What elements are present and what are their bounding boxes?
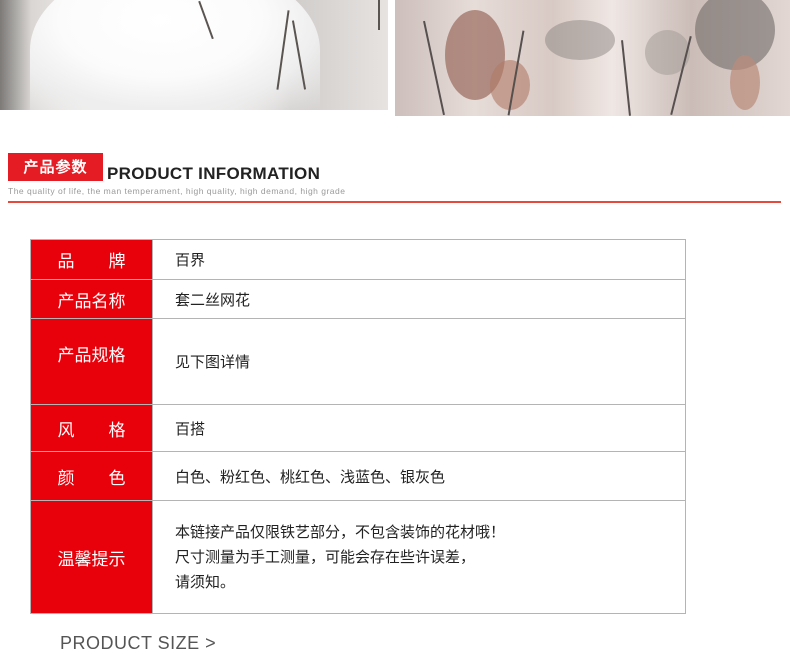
flower-cluster xyxy=(545,20,615,60)
notice-value: 本链接产品仅限铁艺部分，不包含装饰的花材哦！ 尺寸测量为手工测量，可能会存在些许… xyxy=(153,501,685,613)
notice-line: 本链接产品仅限铁艺部分，不包含装饰的花材哦！ xyxy=(175,522,506,541)
notice-line: 请须知。 xyxy=(175,572,236,591)
product-params-table: 品牌 百界 产品名称 套二丝网花 产品规格 见下图详情 风格 百搭 颜色 白色、… xyxy=(30,239,686,614)
silk-flower-photo xyxy=(395,0,790,116)
wedding-dress-photo xyxy=(0,0,388,110)
spec-value: 见下图详情 xyxy=(175,353,251,371)
table-row: 产品规格 见下图详情 xyxy=(31,318,685,404)
brand-label: 品牌 xyxy=(57,252,160,272)
section-title: PRODUCT INFORMATION xyxy=(107,164,321,183)
table-row: 品牌 百界 xyxy=(31,240,685,279)
row-label: 产品规格 xyxy=(31,319,153,404)
flower-stem xyxy=(621,40,631,116)
notice-line: 尺寸测量为手工测量，可能会存在些许误差， xyxy=(175,547,476,566)
wedding-dress xyxy=(30,0,320,110)
color-label: 颜色 xyxy=(57,468,160,489)
row-label: 风格 xyxy=(31,405,153,451)
section-badge: 产品参数 xyxy=(8,153,103,181)
row-label: 颜色 xyxy=(31,452,153,500)
color-value: 白色、粉红色、桃红色、浅蓝色、银灰色 xyxy=(175,467,446,486)
row-label: 温馨提示 xyxy=(31,501,153,613)
notice-label: 温馨提示 xyxy=(57,549,126,570)
style-value: 百搭 xyxy=(175,419,206,438)
brand-value: 百界 xyxy=(175,251,206,269)
section-subtitle: The quality of life, the man temperament… xyxy=(8,186,346,196)
section-divider xyxy=(8,201,781,203)
spec-label: 产品规格 xyxy=(57,346,126,366)
table-row: 颜色 白色、粉红色、桃红色、浅蓝色、银灰色 xyxy=(31,451,685,500)
flower-cluster xyxy=(730,55,760,110)
style-label: 风格 xyxy=(57,420,160,441)
table-row: 产品名称 套二丝网花 xyxy=(31,279,685,318)
row-label: 品牌 xyxy=(31,240,153,279)
product-name-label: 产品名称 xyxy=(57,291,126,312)
flower-stem xyxy=(423,20,445,116)
flower-stem xyxy=(378,0,380,30)
row-label: 产品名称 xyxy=(31,280,153,318)
next-section-title: PRODUCT SIZE > xyxy=(60,633,217,653)
table-row: 风格 百搭 xyxy=(31,404,685,451)
table-row: 温馨提示 本链接产品仅限铁艺部分，不包含装饰的花材哦！ 尺寸测量为手工测量，可能… xyxy=(31,500,685,613)
product-name-value: 套二丝网花 xyxy=(175,290,251,309)
